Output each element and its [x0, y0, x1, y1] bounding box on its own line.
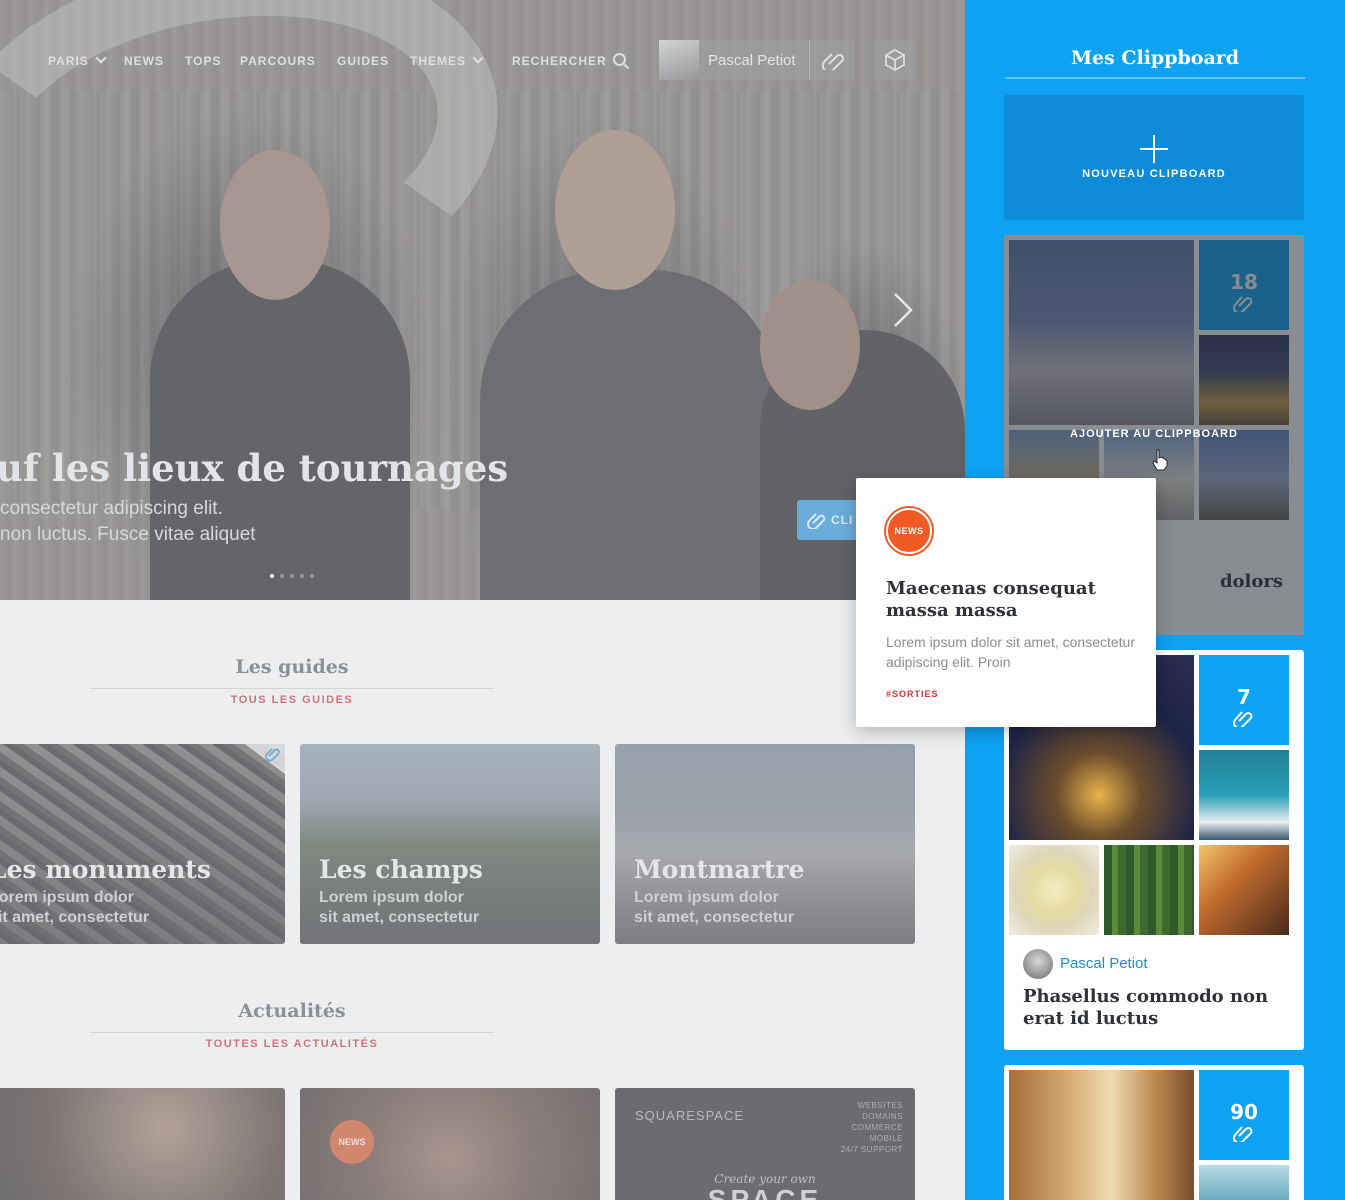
- paperclip-icon: [1233, 1126, 1253, 1142]
- paperclip-icon[interactable]: [245, 744, 285, 774]
- clipboard-title: Phasellus commodo non erat id luctus: [1023, 986, 1269, 1029]
- guide-card-text: Lorem ipsum dolor sit amet, consectetur: [319, 888, 479, 928]
- hero-dot[interactable]: [300, 574, 304, 578]
- ad-services: WEBSITES DOMAINS COMMERCE MOBILE 24/7 SU…: [841, 1100, 903, 1155]
- news-card[interactable]: [0, 1088, 285, 1200]
- hero-subtitle-line: non luctus. Fusce vitae aliquet: [0, 524, 256, 545]
- nav-item-parcours[interactable]: PARCOURS: [240, 54, 316, 68]
- nav-search[interactable]: RECHERCHER: [512, 54, 607, 68]
- guide-card-line: sit amet, consectetur: [0, 909, 150, 926]
- clipboard-image: [1199, 845, 1289, 935]
- article-tag[interactable]: #SORTIES: [886, 689, 939, 699]
- ad-service: 24/7 SUPPORT: [840, 1145, 903, 1154]
- guide-card-line: Lorem ipsum dolor: [319, 889, 464, 906]
- nav-item-label: NEWS: [124, 54, 164, 68]
- hero-dot[interactable]: [290, 574, 294, 578]
- guide-card-title: Montmartre: [634, 855, 805, 884]
- clipboard-image: [1104, 845, 1194, 935]
- new-clipboard-label: NOUVEAU CLIPBOARD: [1082, 168, 1226, 180]
- hero-dot[interactable]: [310, 574, 314, 578]
- chevron-down-icon: [472, 52, 484, 64]
- clipboard-count: 7: [1237, 685, 1251, 709]
- hand-cursor-icon: [1152, 449, 1168, 471]
- news-badge: NEWS: [886, 508, 932, 554]
- guide-card-title: Les monuments: [0, 855, 211, 884]
- search-icon[interactable]: [612, 52, 630, 70]
- hero-dot[interactable]: [280, 574, 284, 578]
- ad-service: WEBSITES: [857, 1101, 903, 1110]
- clipboard-count-tile: 90: [1199, 1070, 1289, 1160]
- clipboard-image: [1009, 845, 1099, 935]
- chevron-right-icon[interactable]: [892, 292, 914, 328]
- dragged-article-card[interactable]: NEWS Maecenas consequat massa massa Lore…: [856, 478, 1156, 727]
- hero-pagination: [270, 565, 320, 583]
- ad-service: DOMAINS: [862, 1112, 903, 1121]
- share-button[interactable]: [875, 40, 915, 80]
- ad-service: MOBILE: [869, 1134, 903, 1143]
- avatar: [1023, 949, 1053, 979]
- guide-card-text: Lorem ipsum dolor sit amet, consectetur: [634, 888, 794, 928]
- article-title: Maecenas consequat massa massa: [886, 578, 1096, 621]
- hero-banner[interactable]: uf les lieux de tournages consectetur ad…: [0, 0, 965, 600]
- clipboard-image: [1009, 1070, 1194, 1200]
- guide-card[interactable]: Les champs Lorem ipsum dolor sit amet, co…: [300, 744, 600, 944]
- all-news-link[interactable]: TOUTES LES ACTUALITÉS: [90, 1038, 494, 1050]
- guide-card[interactable]: Montmartre Lorem ipsum dolor sit amet, co…: [615, 744, 915, 944]
- ad-service: COMMERCE: [851, 1123, 903, 1132]
- user-account[interactable]: Pascal Petiot: [659, 40, 855, 80]
- hero-subtitle: consectetur adipiscing elit. non luctus.…: [0, 496, 256, 548]
- news-card-ad[interactable]: SQUARESPACE WEBSITES DOMAINS COMMERCE MO…: [615, 1088, 915, 1200]
- nav-item-news[interactable]: NEWS: [124, 54, 164, 68]
- nav-item-tops[interactable]: TOPS: [185, 54, 221, 68]
- guide-card-title: Les champs: [319, 855, 483, 884]
- sidebar-title: Mes Clippboard: [1005, 47, 1305, 79]
- clipboard-image: [1199, 1165, 1289, 1200]
- paperclip-icon: [807, 513, 826, 529]
- user-name: Pascal Petiot: [708, 52, 796, 69]
- nav-item-label: THEMES: [410, 54, 467, 68]
- ad-headline: SPACE: [707, 1184, 823, 1200]
- paperclip-icon: [1233, 711, 1253, 727]
- news-title: Actualités: [90, 1000, 494, 1033]
- guide-card-line: Lorem ipsum dolor: [634, 889, 779, 906]
- nav-item-guides[interactable]: GUIDES: [337, 54, 389, 68]
- nav-item-label: TOPS: [185, 54, 222, 68]
- guide-card[interactable]: Les monuments Lorem ipsum dolor sit amet,…: [0, 744, 285, 944]
- hero-clipboard-label: CLI: [831, 513, 854, 527]
- add-to-clipboard-label[interactable]: AJOUTER AU CLIPPBOARD: [1004, 428, 1304, 440]
- guide-card-line: sit amet, consectetur: [319, 909, 480, 926]
- guide-card-line: Lorem ipsum dolor: [0, 889, 134, 906]
- nav-item-themes[interactable]: THEMES: [410, 52, 484, 68]
- new-clipboard-button[interactable]: NOUVEAU CLIPBOARD: [1004, 95, 1304, 220]
- hero-subtitle-line: consectetur adipiscing elit.: [0, 498, 223, 519]
- news-card[interactable]: NEWS: [300, 1088, 600, 1200]
- squarespace-logo: SQUARESPACE: [635, 1108, 745, 1123]
- nav-item-label: PARIS: [48, 54, 89, 68]
- nav-item-paris[interactable]: PARIS: [48, 52, 107, 68]
- chevron-down-icon: [95, 52, 107, 64]
- clipboard-image: [1199, 750, 1289, 840]
- article-excerpt: Lorem ipsum dolor sit amet, consectetur …: [886, 634, 1135, 670]
- clipboard-card[interactable]: 90: [1004, 1065, 1304, 1200]
- news-badge: NEWS: [330, 1120, 374, 1164]
- hero-dot[interactable]: [270, 574, 274, 578]
- nav-item-label: GUIDES: [337, 54, 390, 68]
- guide-card-line: sit amet, consectetur: [634, 909, 795, 926]
- hero-title: uf les lieux de tournages: [0, 446, 509, 490]
- nav-item-label: PARCOURS: [240, 54, 316, 68]
- all-guides-link[interactable]: TOUS LES GUIDES: [90, 694, 494, 706]
- cube-icon: [885, 49, 905, 71]
- author-name: Pascal Petiot: [1060, 955, 1148, 972]
- plus-icon: [1140, 135, 1168, 163]
- search-label: RECHERCHER: [512, 54, 607, 68]
- clipboard-toggle-button[interactable]: [809, 40, 855, 80]
- paperclip-icon: [822, 53, 845, 70]
- guide-card-text: Lorem ipsum dolor sit amet, consectetur: [0, 888, 149, 928]
- clipboard-count-tile: 7: [1199, 655, 1289, 745]
- main-content: uf les lieux de tournages consectetur ad…: [0, 0, 965, 1200]
- guides-title: Les guides: [90, 656, 494, 689]
- avatar: [659, 40, 699, 80]
- clipboard-count: 90: [1230, 1100, 1258, 1124]
- news-badge-label: NEWS: [894, 526, 924, 536]
